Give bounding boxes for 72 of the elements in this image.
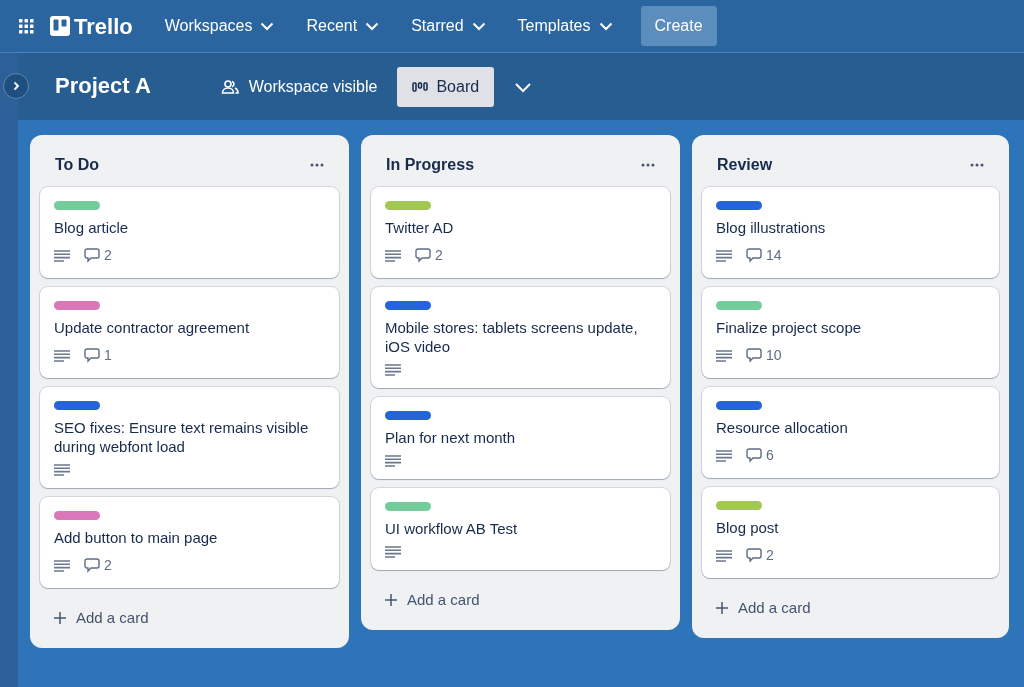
- card-title: Blog illustrations: [716, 218, 827, 237]
- plus-icon: [54, 612, 66, 625]
- plus-icon: [716, 602, 728, 615]
- chevron-down-icon: [365, 21, 380, 31]
- more-options-icon[interactable]: [310, 163, 324, 167]
- comment-icon: [84, 348, 100, 363]
- nav-menu-button[interactable]: Templates: [505, 8, 625, 44]
- chevron-down-icon: [471, 21, 486, 31]
- card-title: Mobile stores: tablets screens update, iOS video: [385, 318, 639, 356]
- task-card[interactable]: Finalize project scope 10: [702, 287, 999, 378]
- task-card[interactable]: UI workflow AB Test: [371, 488, 670, 570]
- more-options-icon[interactable]: [641, 163, 655, 167]
- task-card[interactable]: Blog illustrations 14: [702, 187, 999, 278]
- list-title: To Do: [55, 155, 100, 175]
- nav-menu-button[interactable]: Recent: [294, 8, 392, 44]
- apps-grid-icon[interactable]: [16, 16, 36, 36]
- comment-count: 14: [766, 246, 782, 265]
- card-title: Blog article: [54, 218, 130, 237]
- comment-count: 2: [435, 246, 443, 265]
- card-title: Blog post: [716, 518, 780, 537]
- task-card[interactable]: Blog post 2: [702, 487, 999, 578]
- comment-icon: [84, 248, 100, 263]
- add-card-button[interactable]: Add a card: [40, 597, 163, 640]
- card-title: Add button to main page: [54, 528, 219, 547]
- task-card[interactable]: Add button to main page 2: [40, 497, 339, 588]
- chevron-down-icon: [514, 81, 533, 93]
- comment-icon: [746, 248, 762, 263]
- task-card[interactable]: Update contractor agreement 1: [40, 287, 339, 378]
- task-card[interactable]: Twitter AD 2: [371, 187, 670, 278]
- create-button[interactable]: Create: [640, 6, 717, 46]
- comment-count: 10: [766, 346, 782, 365]
- sidebar-toggle-button[interactable]: [3, 73, 29, 99]
- card-title: Plan for next month: [385, 428, 517, 447]
- list-title: In Progress: [386, 155, 475, 175]
- comment-icon: [746, 348, 762, 363]
- comment-icon: [746, 548, 762, 563]
- card-title: Finalize project scope: [716, 318, 863, 337]
- board-title: Project A: [55, 73, 151, 100]
- chevron-right-icon: [11, 81, 21, 91]
- board-logo-icon: [50, 16, 70, 36]
- chevron-down-icon: [598, 21, 613, 31]
- card-title: SEO fixes: Ensure text remains visible during webfont load: [54, 418, 310, 456]
- visibility-button[interactable]: Workspace visible: [248, 74, 378, 99]
- task-card[interactable]: Plan for next month: [371, 397, 670, 479]
- comment-icon: [746, 448, 762, 463]
- columns-icon: [412, 81, 429, 92]
- comment-count: 6: [766, 446, 774, 465]
- comment-count: 2: [766, 546, 774, 565]
- card-title: Twitter AD: [385, 218, 455, 237]
- logo-text[interactable]: Trello: [74, 9, 133, 43]
- more-options-icon[interactable]: [970, 163, 984, 167]
- chevron-down-icon: [260, 21, 275, 31]
- people-icon: [220, 78, 239, 95]
- comment-icon: [84, 558, 100, 573]
- task-card[interactable]: Mobile stores: tablets screens update, iOS video: [371, 287, 670, 388]
- card-title: Resource allocation: [716, 418, 849, 437]
- nav-menu-button[interactable]: Starred: [399, 8, 498, 44]
- task-card[interactable]: Resource allocation 6: [702, 387, 999, 478]
- comment-count: 2: [104, 246, 112, 265]
- comment-icon: [415, 248, 431, 263]
- card-title: Update contractor agreement: [54, 318, 251, 337]
- comment-count: 2: [104, 556, 112, 575]
- add-card-button[interactable]: Add a card: [371, 579, 494, 622]
- list-title: Review: [717, 155, 773, 175]
- task-card[interactable]: Blog article 2: [40, 187, 339, 278]
- plus-icon: [385, 594, 397, 607]
- task-card[interactable]: SEO fixes: Ensure text remains visible during webfont load: [40, 387, 339, 488]
- board-view-button[interactable]: Board: [397, 66, 495, 107]
- comment-count: 1: [104, 346, 112, 365]
- nav-menu-button[interactable]: Workspaces: [152, 8, 287, 44]
- add-card-button[interactable]: Add a card: [702, 587, 825, 630]
- card-title: UI workflow AB Test: [385, 519, 519, 538]
